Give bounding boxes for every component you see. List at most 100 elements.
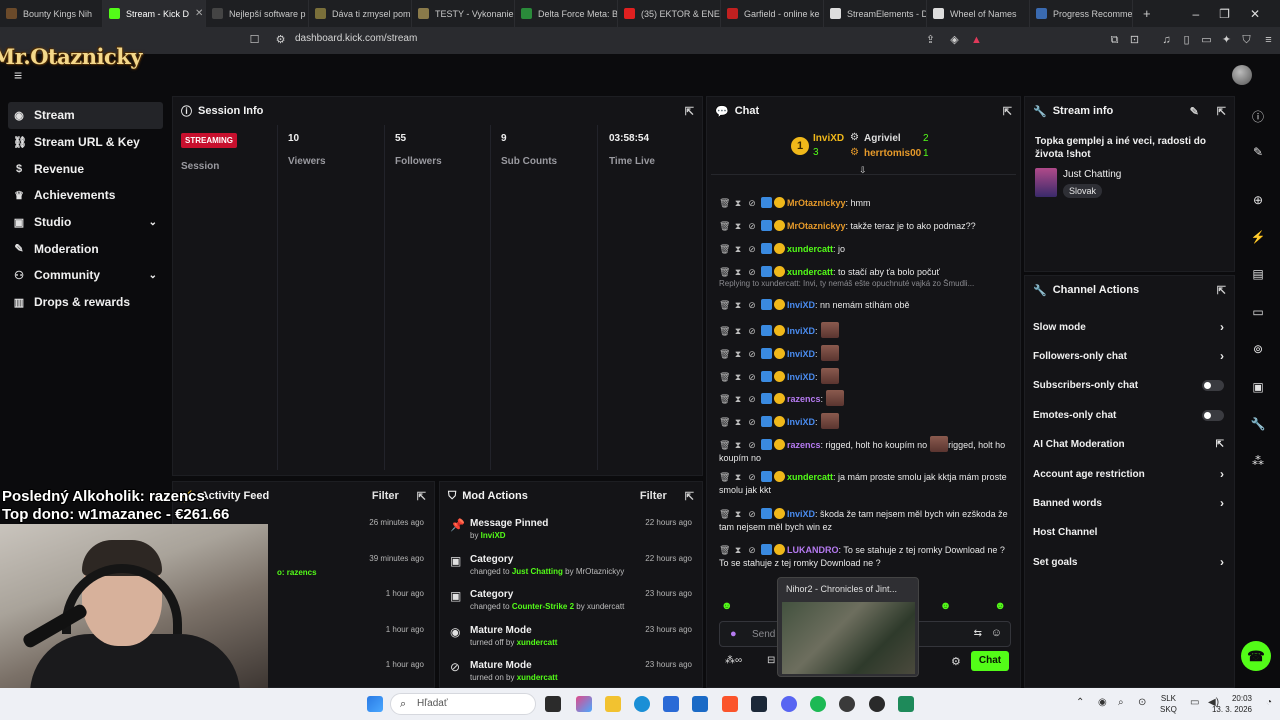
ban-icon[interactable]: ⊘ [747, 348, 757, 361]
toggle-switch[interactable] [1202, 380, 1224, 392]
ban-icon[interactable]: ⊘ [747, 439, 757, 452]
mod-action-detail-target[interactable]: InviXD [481, 531, 506, 540]
leader-top-name[interactable]: InviXD [813, 133, 844, 144]
ban-icon[interactable]: ⊘ [747, 220, 757, 233]
site-info-icon[interactable]: ⚙ [274, 34, 287, 47]
emoji-icon[interactable]: ☺ [991, 627, 1002, 639]
channel-action-slow-mode[interactable]: Slow mode › [1033, 318, 1224, 336]
popout-icon[interactable]: ⇱ [685, 105, 694, 118]
network-icon[interactable]: ▭ [1190, 697, 1199, 708]
mod-action-detail-target[interactable]: Counter-Strike 2 [512, 602, 574, 611]
brave-rewards-icon[interactable]: ▲ [970, 34, 983, 47]
tray-chevron-icon[interactable]: ⌃ [1076, 697, 1084, 708]
delete-icon[interactable]: 🗑 [719, 544, 730, 557]
chat-settings-icon[interactable]: ⚙ [951, 655, 961, 668]
start-icon[interactable] [367, 696, 383, 712]
clipboard-icon[interactable]: ▤ [1249, 265, 1267, 283]
sidebar-item-stream-url-key[interactable]: ⛓ Stream URL & Key [8, 129, 163, 156]
delete-icon[interactable]: 🗑 [719, 299, 730, 312]
timeout-icon[interactable]: ⧗ [733, 197, 743, 210]
delete-icon[interactable]: 🗑 [719, 348, 730, 361]
community-icon[interactable]: ⁂ [1249, 452, 1267, 470]
obs-icon[interactable] [869, 696, 885, 712]
popout-icon[interactable]: ⇱ [1003, 105, 1012, 118]
browser-tab[interactable]: TESTY - Vykonanie [412, 0, 515, 27]
broadcast-icon[interactable]: ⊚ [1249, 340, 1267, 358]
chat-username[interactable]: InviXD [787, 372, 815, 382]
wrench-icon[interactable]: 🔧 [1249, 415, 1267, 433]
info-icon[interactable]: ⓘ [1249, 108, 1267, 126]
activity-filter-button[interactable]: Filter [372, 490, 399, 502]
sheets-icon[interactable] [898, 696, 914, 712]
support-button[interactable]: ☎ [1241, 641, 1271, 671]
menu-icon[interactable]: ≡ [1262, 34, 1275, 47]
mod-filter-button[interactable]: Filter [640, 490, 667, 502]
popout-icon[interactable]: ⇱ [1217, 284, 1226, 297]
mod-action-item[interactable]: 📌 Message Pinned by InviXD 22 hours ago [450, 518, 692, 540]
edge-icon[interactable] [634, 696, 650, 712]
popout-icon[interactable]: ⇱ [417, 490, 426, 503]
chat-username[interactable]: razencs [787, 440, 821, 450]
mod-action-detail-target[interactable]: xundercatt [517, 638, 558, 647]
send-chat-button[interactable]: Chat [971, 651, 1009, 671]
chat-message[interactable]: 🗑 ⧗ ⊘ MrOtaznickyy: hmm [719, 197, 1010, 210]
delete-icon[interactable]: 🗑 [719, 471, 730, 484]
chat-message[interactable]: 🗑 ⧗ ⊘ InviXD: [719, 413, 1010, 429]
taskbar-search[interactable]: ⌕ Hľadať [390, 693, 536, 715]
channel-action-account-age-restriction[interactable]: Account age restriction › [1033, 465, 1224, 483]
translate-icon[interactable]: ⇆ [974, 628, 982, 639]
mod-action-item[interactable]: ⊘ Mature Mode turned on by xundercatt 23 ho… [450, 660, 692, 682]
browser-tab[interactable]: Wheel of Names [927, 0, 1030, 27]
brave-shield-icon[interactable]: ◈ [948, 34, 961, 47]
timeout-icon[interactable]: ⧗ [733, 393, 743, 406]
chat-username[interactable]: MrOtaznickyy [787, 198, 846, 208]
channel-action-subscribers-only-chat[interactable]: Subscribers-only chat [1033, 377, 1224, 395]
chat-message[interactable]: 🗑 ⧗ ⊘ InviXD: škoda že tam nejsem měl bych … [719, 508, 1010, 534]
timeout-icon[interactable]: ⧗ [733, 266, 743, 279]
bookmark-icon[interactable]: ☐ [248, 34, 261, 47]
brave-icon[interactable] [722, 696, 738, 712]
outlook-icon[interactable] [692, 696, 708, 712]
mod-action-detail-target[interactable]: xundercatt [517, 673, 558, 682]
chat-username[interactable]: xundercatt [787, 244, 833, 254]
delete-icon[interactable]: 🗑 [719, 243, 730, 256]
ban-icon[interactable]: ⊘ [747, 266, 757, 279]
leo-icon[interactable]: ✦ [1220, 34, 1233, 47]
emote-icon[interactable]: ☻ [940, 600, 952, 614]
mod-action-item[interactable]: ▣ Category changed to Counter-Strike 2 by … [450, 589, 692, 611]
chat-message[interactable]: 🗑 ⧗ ⊘ MrOtaznickyy: takže teraz je to ako p… [719, 220, 1010, 233]
ban-icon[interactable]: ⊘ [747, 299, 757, 312]
chat-username[interactable]: xundercatt [787, 267, 833, 277]
notification-icon[interactable]: ◔ [1266, 697, 1272, 708]
history-icon[interactable]: ⊟ [767, 655, 775, 666]
chat-message[interactable]: 🗑 ⧗ ⊘ xundercatt: to stačí aby ťa bolo poču… [719, 266, 1010, 279]
leader-second-name[interactable]: Agriviel [864, 133, 901, 144]
sidebar-item-community[interactable]: ⚇ Community ⌄ [8, 262, 163, 289]
emote-icon[interactable]: ☻ [721, 600, 733, 614]
chat-message[interactable]: 🗑 ⧗ ⊘ razencs: [719, 390, 1010, 406]
channel-action-followers-only-chat[interactable]: Followers-only chat › [1033, 347, 1224, 365]
system-clock[interactable]: 20:03 13. 3. 2026 [1212, 693, 1252, 715]
chat-username[interactable]: InviXD [787, 349, 815, 359]
browser-tab[interactable]: (35) EKTOR & ENEM [618, 0, 721, 27]
category-name[interactable]: Just Chatting [1063, 169, 1121, 180]
tray-app-icon[interactable]: ⊙ [1138, 697, 1146, 708]
chat-message[interactable]: 🗑 ⧗ ⊘ InviXD: [719, 368, 1010, 384]
ban-icon[interactable]: ⊘ [747, 471, 757, 484]
timeout-icon[interactable]: ⧗ [733, 299, 743, 312]
timeout-icon[interactable]: ⧗ [733, 371, 743, 384]
game-icon[interactable] [839, 696, 855, 712]
chat-message[interactable]: 🗑 ⧗ ⊘ xundercatt: ja mám proste smolu jak k… [719, 471, 1010, 497]
share-icon[interactable]: ⇪ [924, 34, 937, 47]
browser-tab[interactable]: Garfield - online ke [721, 0, 824, 27]
mod-action-detail-target[interactable]: Just Chatting [512, 567, 563, 576]
delete-icon[interactable]: 🗑 [719, 416, 730, 429]
chat-username[interactable]: InviXD [787, 417, 815, 427]
chat-message[interactable]: 🗑 ⧗ ⊘ xundercatt: jo [719, 243, 1010, 256]
points-icon[interactable]: ⁂∞ [725, 655, 742, 666]
task-view-icon[interactable] [545, 696, 561, 712]
sidebar-item-achievements[interactable]: ♛ Achievements [8, 182, 163, 209]
channel-action-set-goals[interactable]: Set goals › [1033, 553, 1224, 571]
popout-icon[interactable]: ⇱ [685, 490, 694, 503]
panel-icon[interactable]: ▣ [1249, 378, 1267, 396]
